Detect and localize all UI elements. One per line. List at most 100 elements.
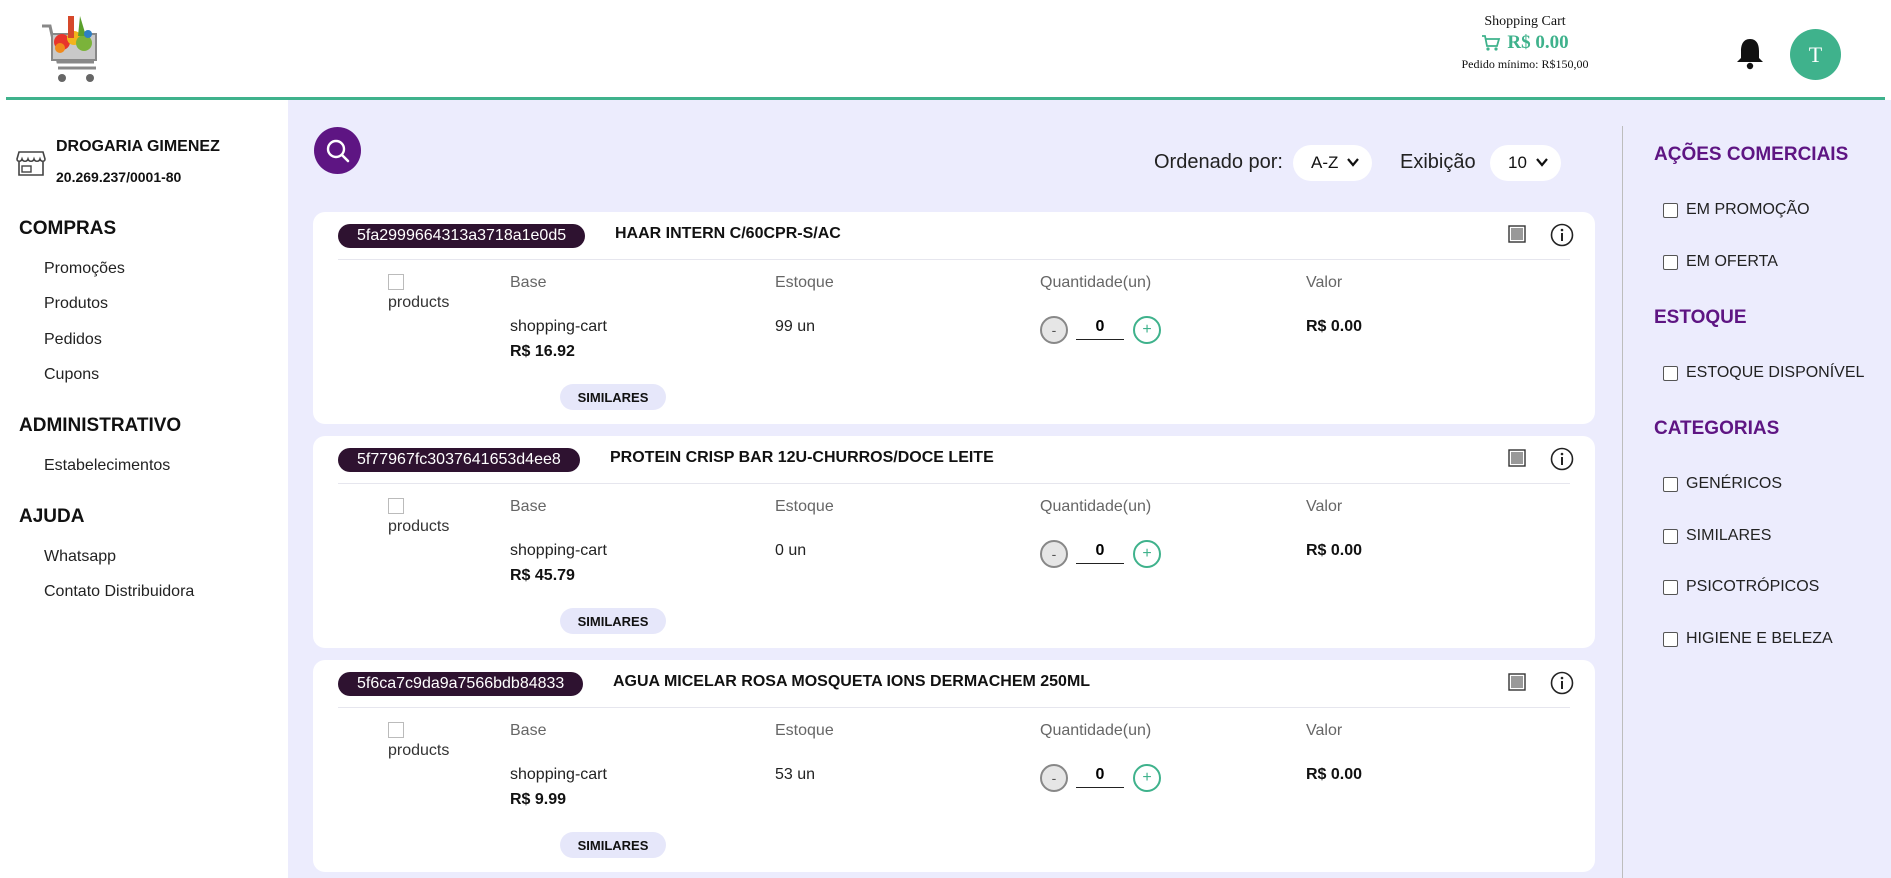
- similar-products-button[interactable]: SIMILARES: [560, 832, 666, 858]
- product-card: 5f77967fc3037641653d4ee8 PROTEIN CRISP B…: [313, 436, 1595, 648]
- nav-item-cupons[interactable]: Cupons: [44, 366, 99, 384]
- search-button[interactable]: [314, 127, 361, 174]
- quantity-decrease-button[interactable]: -: [1040, 316, 1068, 344]
- nav-item-promocoes[interactable]: Promoções: [44, 260, 125, 278]
- info-icon[interactable]: [1550, 447, 1574, 471]
- nav-item-whatsapp[interactable]: Whatsapp: [44, 548, 116, 566]
- product-id-badge: 5f6ca7c9da9a7566bdb84833: [338, 672, 584, 696]
- cart-title: Shopping Cart: [1484, 14, 1566, 29]
- order-by-select[interactable]: A-Z: [1293, 145, 1372, 181]
- card-divider: [338, 259, 1570, 260]
- quantity-input[interactable]: [1076, 538, 1124, 564]
- product-id-badge: 5f77967fc3037641653d4ee8: [338, 448, 580, 472]
- column-value-label: Valor: [1306, 722, 1343, 739]
- filter-psicotropicos[interactable]: PSICOTRÓPICOS: [1663, 578, 1819, 596]
- product-image-alt: products: [388, 742, 450, 759]
- nav-item-produtos[interactable]: Produtos: [44, 295, 108, 313]
- filter-label: EM OFERTA: [1686, 253, 1778, 270]
- product-card: 5fa2999664313a3718a1e0d5 HAAR INTERN C/6…: [313, 212, 1595, 424]
- product-price: R$ 16.92: [510, 343, 575, 360]
- card-divider: [338, 707, 1570, 708]
- checkbox[interactable]: [1663, 579, 1678, 595]
- filter-estoque-disponivel[interactable]: ESTOQUE DISPONÍVEL: [1663, 364, 1864, 382]
- filter-label: EM PROMOÇÃO: [1686, 201, 1810, 218]
- search-icon: [326, 139, 349, 162]
- product-stock: 0 un: [775, 542, 807, 559]
- info-icon[interactable]: [1550, 223, 1574, 247]
- product-image: products: [388, 498, 449, 536]
- quantity-increase-button[interactable]: +: [1133, 540, 1161, 568]
- barcode-icon[interactable]: [1508, 225, 1526, 243]
- product-base: shopping-cart: [510, 318, 607, 335]
- display-count-value: 10: [1508, 153, 1527, 172]
- quantity-input[interactable]: [1076, 762, 1124, 788]
- barcode-icon[interactable]: [1508, 673, 1526, 691]
- cart-logo-icon[interactable]: [40, 12, 104, 92]
- shopping-cart-icon: [1482, 35, 1501, 51]
- nav-item-pedidos[interactable]: Pedidos: [44, 331, 102, 349]
- display-count-select[interactable]: 10: [1490, 145, 1561, 181]
- checkbox[interactable]: [1663, 631, 1678, 647]
- quantity-decrease-button[interactable]: -: [1040, 764, 1068, 792]
- product-image: products: [388, 722, 449, 760]
- quantity-decrease-button[interactable]: -: [1040, 540, 1068, 568]
- quantity-increase-button[interactable]: +: [1133, 764, 1161, 792]
- order-by-label: Ordenado por:: [1154, 151, 1283, 173]
- filter-em-oferta[interactable]: EM OFERTA: [1663, 253, 1778, 271]
- column-base-label: Base: [510, 498, 547, 515]
- min-order-text: Pedido mínimo: R$150,00: [1461, 57, 1589, 71]
- column-base-label: Base: [510, 274, 547, 291]
- cart-total: R$ 0.00: [1440, 32, 1610, 54]
- similar-products-button[interactable]: SIMILARES: [560, 384, 666, 410]
- column-quantity-label: Quantidade(un): [1040, 722, 1152, 739]
- info-icon[interactable]: [1550, 671, 1574, 695]
- filter-label: HIGIENE E BELEZA: [1686, 630, 1833, 647]
- product-price: R$ 9.99: [510, 791, 567, 808]
- filter-em-promocao[interactable]: EM PROMOÇÃO: [1663, 201, 1810, 219]
- chevron-down-icon: [1536, 158, 1548, 167]
- notification-bell-icon[interactable]: [1734, 36, 1766, 70]
- product-image-alt: products: [388, 294, 450, 311]
- quantity-increase-button[interactable]: +: [1133, 316, 1161, 344]
- filters-panel: AÇÕES COMERCIAIS EM PROMOÇÃO EM OFERTA E…: [1623, 100, 1891, 878]
- filter-similares[interactable]: SIMILARES: [1663, 527, 1771, 545]
- similar-products-button[interactable]: SIMILARES: [560, 608, 666, 634]
- card-divider: [338, 483, 1570, 484]
- checkbox[interactable]: [1663, 365, 1678, 381]
- quantity-input[interactable]: [1076, 314, 1124, 340]
- product-id-badge: 5fa2999664313a3718a1e0d5: [338, 224, 586, 248]
- filter-heading-estoque: ESTOQUE: [1654, 307, 1747, 328]
- nav-section-ajuda: AJUDA: [19, 506, 85, 527]
- checkbox[interactable]: [1663, 254, 1678, 270]
- checkbox[interactable]: [1663, 202, 1678, 218]
- product-name: AGUA MICELAR ROSA MOSQUETA IONS DERMACHE…: [613, 673, 1091, 690]
- product-stock: 99 un: [775, 318, 816, 335]
- filters-divider: [1622, 126, 1623, 878]
- product-card: 5f6ca7c9da9a7566bdb84833 AGUA MICELAR RO…: [313, 660, 1595, 872]
- product-base: shopping-cart: [510, 542, 607, 559]
- chevron-down-icon: [1347, 158, 1359, 167]
- column-stock-label: Estoque: [775, 722, 834, 739]
- product-total-value: R$ 0.00: [1306, 318, 1363, 335]
- filter-genericos[interactable]: GENÉRICOS: [1663, 475, 1782, 493]
- product-name: PROTEIN CRISP BAR 12U-CHURROS/DOCE LEITE: [610, 449, 994, 466]
- nav-section-administrativo: ADMINISTRATIVO: [19, 415, 182, 436]
- nav-item-contato-distribuidora[interactable]: Contato Distribuidora: [44, 583, 194, 601]
- product-list-area: Ordenado por: A-Z Exibição 10 5fa2999664…: [288, 100, 1623, 878]
- nav-item-estabelecimentos[interactable]: Estabelecimentos: [44, 457, 170, 475]
- cart-summary[interactable]: Shopping Cart R$ 0.00 Pedido mínimo: R$1…: [1440, 14, 1610, 72]
- filter-higiene-e-beleza[interactable]: HIGIENE E BELEZA: [1663, 630, 1833, 648]
- checkbox[interactable]: [1663, 476, 1678, 492]
- store-cnpj: 20.269.237/0001-80: [56, 169, 182, 185]
- filter-label: ESTOQUE DISPONÍVEL: [1686, 364, 1865, 381]
- store-icon: [16, 151, 46, 176]
- filter-label: PSICOTRÓPICOS: [1686, 578, 1820, 595]
- barcode-icon[interactable]: [1508, 449, 1526, 467]
- display-count-label: Exibição: [1400, 151, 1476, 173]
- user-avatar[interactable]: T: [1790, 29, 1841, 80]
- filter-label: GENÉRICOS: [1686, 475, 1783, 492]
- checkbox[interactable]: [1663, 528, 1678, 544]
- column-value-label: Valor: [1306, 498, 1343, 515]
- filter-heading-categorias: CATEGORIAS: [1654, 418, 1780, 439]
- product-image-alt: products: [388, 518, 450, 535]
